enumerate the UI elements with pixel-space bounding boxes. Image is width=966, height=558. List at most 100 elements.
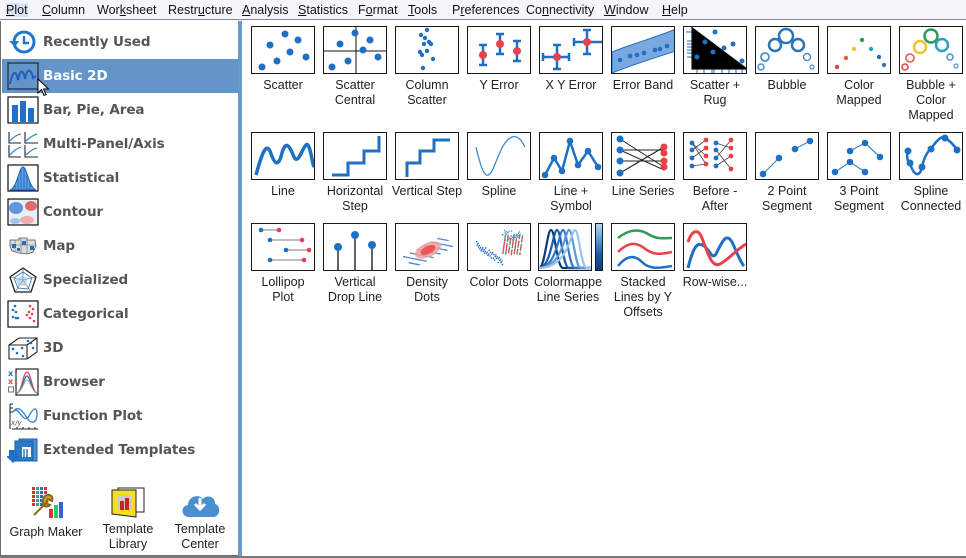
template-before-after[interactable]: Before - After	[682, 132, 748, 214]
template-scatter-rug[interactable]: Scatter + Rug	[682, 26, 748, 108]
template-library-button[interactable]: Template Library	[89, 483, 167, 552]
template-2-point-segment[interactable]: 2 Point Segment	[754, 132, 820, 214]
template-label: Error Band	[612, 78, 674, 92]
template-bubble-color-mapped[interactable]: Bubble + Color Mapped	[898, 26, 964, 123]
template-label: X Y Error	[545, 78, 597, 92]
sidebar-item-browser[interactable]: x x Browser	[2, 365, 239, 399]
sidebar-item-recently-used[interactable]: Recently Used	[2, 25, 239, 59]
h-step-thumbnail-icon	[323, 132, 387, 180]
density-dots-thumbnail-icon	[395, 223, 459, 271]
template-label: Scatter Central	[334, 78, 376, 107]
colormapped-lines-thumbnail-icon	[538, 223, 592, 271]
sidebar-item-bar-pie-area[interactable]: Bar, Pie, Area	[2, 93, 239, 127]
svg-text:x: x	[8, 377, 14, 386]
category-sidebar: Recently Used Basic 2D Bar, Pie, Area Multi…	[0, 21, 239, 556]
tool-label: Template Library	[102, 522, 154, 551]
sidebar-item-function-plot[interactable]: x/y Function Plot	[2, 399, 239, 433]
svg-text:x/y: x/y	[10, 419, 23, 427]
contour-icon	[6, 197, 40, 227]
sidebar-item-map[interactable]: Map	[2, 229, 239, 263]
template-colormapped-line-series[interactable]: Colormappe Line Series	[534, 223, 604, 305]
template-stacked-lines-by-y-offsets[interactable]: Stacked Lines by Y Offsets	[610, 223, 676, 320]
3d-box-icon	[6, 333, 40, 363]
menu-window[interactable]: Window	[604, 3, 648, 17]
menu-restructure[interactable]: Restructure	[168, 3, 233, 17]
template-label: Stacked Lines by Y Offsets	[613, 275, 673, 319]
menu-connectivity[interactable]: Connectivity	[526, 3, 594, 17]
menu-analysis[interactable]: Analysis	[242, 3, 289, 17]
y-error-thumbnail-icon	[467, 26, 531, 74]
cloud-download-icon	[161, 483, 239, 519]
sidebar-item-statistical[interactable]: Statistical	[2, 161, 239, 195]
template-vertical-drop-line[interactable]: Vertical Drop Line	[322, 223, 388, 305]
two-point-thumbnail-icon	[755, 132, 819, 180]
template-bubble[interactable]: Bubble	[754, 26, 820, 93]
template-spline[interactable]: Spline	[466, 132, 532, 199]
column-scatter-thumbnail-icon	[395, 26, 459, 74]
menu-worksheet[interactable]: Worksheet	[97, 3, 157, 17]
template-density-dots[interactable]: Density Dots	[394, 223, 460, 305]
template-label: Colormappe Line Series	[534, 275, 602, 304]
template-line-series[interactable]: Line Series	[610, 132, 676, 199]
row-wise-thumbnail-icon	[683, 223, 747, 271]
template-row-wise[interactable]: Row-wise...	[682, 223, 748, 290]
menu-format[interactable]: Format	[358, 3, 398, 17]
template-label: Bubble	[767, 78, 807, 92]
template-label: Spline Connected	[900, 184, 962, 213]
mouse-cursor-icon	[37, 78, 50, 97]
sidebar-item-extended-templates[interactable]: Extended Templates	[2, 433, 239, 467]
template-vertical-step[interactable]: Vertical Step	[392, 132, 462, 199]
template-spline-connected[interactable]: Spline Connected	[898, 132, 964, 214]
sidebar-item-label: Map	[43, 238, 75, 254]
template-label: 3 Point Segment	[833, 184, 885, 213]
template-y-error[interactable]: Y Error	[466, 26, 532, 93]
template-scatter-central[interactable]: Scatter Central	[322, 26, 388, 108]
sidebar-item-label: Basic 2D	[43, 68, 108, 84]
template-error-band[interactable]: Error Band	[610, 26, 676, 93]
bubble-thumbnail-icon	[755, 26, 819, 74]
color-mapped-thumbnail-icon	[827, 26, 891, 74]
scatter-central-thumbnail-icon	[323, 26, 387, 74]
color-dots-thumbnail-icon	[467, 223, 531, 271]
template-label: Before - After	[692, 184, 738, 213]
sidebar-item-label: Function Plot	[43, 408, 143, 424]
sidebar-item-categorical[interactable]: Categorical	[2, 297, 239, 331]
menu-tools[interactable]: Tools	[408, 3, 437, 17]
template-color-dots[interactable]: Color Dots	[466, 223, 532, 290]
line-symbol-thumbnail-icon	[539, 132, 603, 180]
template-horizontal-step[interactable]: Horizontal Step	[322, 132, 388, 214]
function-plot-icon: x/y	[6, 401, 40, 431]
tool-label: Template Center	[174, 522, 226, 551]
sidebar-item-label: Statistical	[43, 170, 120, 186]
sidebar-item-specialized[interactable]: Specialized	[2, 263, 239, 297]
template-label: Color Dots	[469, 275, 529, 289]
template-center-button[interactable]: Template Center	[161, 483, 239, 552]
sidebar-item-3d[interactable]: 3D	[2, 331, 239, 365]
menu-bar: Plot Column Worksheet Restructure Analysis St…	[0, 0, 966, 20]
template-x-y-error[interactable]: X Y Error	[538, 26, 604, 93]
template-3-point-segment[interactable]: 3 Point Segment	[826, 132, 892, 214]
menu-column[interactable]: Column	[42, 3, 85, 17]
menu-help[interactable]: Help	[662, 3, 688, 17]
graph-maker-button[interactable]: Graph Maker	[7, 483, 85, 540]
template-label: Column Scatter	[405, 78, 449, 107]
menu-statistics[interactable]: Statistics	[298, 3, 348, 17]
menu-preferences[interactable]: Preferences	[452, 3, 519, 17]
template-label: Row-wise...	[682, 275, 748, 289]
menu-plot[interactable]: Plot	[6, 3, 28, 17]
sidebar-item-multi-panel-axis[interactable]: Multi-Panel/Axis	[2, 127, 239, 161]
template-label: Scatter	[263, 78, 303, 92]
template-label: Horizontal Step	[326, 184, 384, 213]
tool-label: Graph Maker	[9, 525, 83, 539]
template-line-symbol[interactable]: Line + Symbol	[538, 132, 604, 214]
template-line[interactable]: Line	[250, 132, 316, 199]
template-color-mapped[interactable]: Color Mapped	[826, 26, 892, 108]
categorical-dots-icon	[6, 299, 40, 329]
template-lollipop-plot[interactable]: Lollipop Plot	[250, 223, 316, 305]
template-label: Color Mapped	[836, 78, 882, 107]
template-scatter[interactable]: Scatter	[250, 26, 316, 93]
spline-connected-thumbnail-icon	[899, 132, 963, 180]
sidebar-item-label: Browser	[43, 374, 105, 390]
template-column-scatter[interactable]: Column Scatter	[394, 26, 460, 108]
sidebar-item-contour[interactable]: Contour	[2, 195, 239, 229]
